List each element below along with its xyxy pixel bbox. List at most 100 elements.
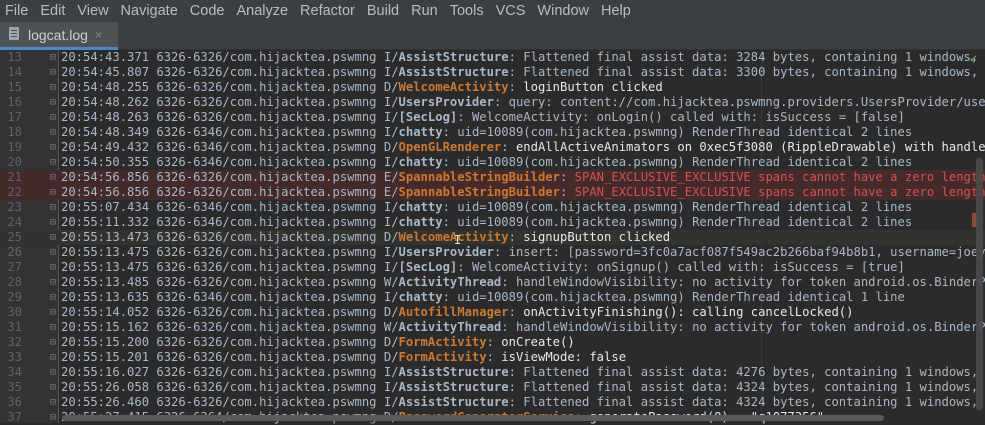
line-number: 34: [7, 365, 22, 379]
log-text: 20:55:15.162 6326-6326/com.hijacktea.psw…: [61, 320, 985, 335]
menu-window[interactable]: Window: [531, 3, 595, 19]
log-prefix: 20:55:13.475 6326-6326/com.hijacktea.psw…: [61, 245, 384, 259]
menu-run[interactable]: Run: [405, 3, 444, 19]
log-line[interactable]: 13 ⊟ 20:54:43.371 6326-6326/com.hijacktea.…: [0, 50, 985, 65]
log-tag: FormActivity: [398, 350, 487, 364]
log-line[interactable]: 14 ⊟ 20:54:45.807 6326-6326/com.hijacktea.…: [0, 65, 985, 80]
log-prefix: 20:55:15.201 6326-6326/com.hijacktea.psw…: [61, 350, 384, 364]
fold-marker-icon[interactable]: ⊟: [50, 80, 56, 95]
fold-marker-icon[interactable]: ⊟: [50, 215, 56, 230]
fold-marker-icon[interactable]: ⊟: [50, 365, 56, 380]
fold-marker-icon[interactable]: ⊟: [50, 95, 56, 110]
menu-refactor[interactable]: Refactor: [294, 3, 361, 19]
log-message: handleWindowVisibility: no activity for …: [515, 320, 985, 334]
log-text: 20:54:48.263 6326-6326/com.hijacktea.psw…: [61, 110, 905, 124]
close-icon[interactable]: ×: [95, 28, 102, 42]
log-line[interactable]: 16 ⊟ 20:54:48.262 6326-6326/com.hijacktea.…: [0, 95, 985, 110]
log-tag: OpenGLRenderer: [398, 140, 502, 154]
log-tag: AutofillManager: [398, 305, 509, 319]
log-message: insert: [password=3fc0a7acf087f549ac2b26…: [508, 245, 985, 259]
fold-marker-icon[interactable]: ⊟: [50, 200, 56, 215]
fold-marker-icon[interactable]: ⊟: [50, 395, 56, 410]
log-line[interactable]: 23 ⊟ 20:55:07.434 6326-6346/com.hijacktea.…: [0, 200, 985, 215]
fold-marker-icon[interactable]: ⊟: [50, 170, 56, 185]
log-separator: :: [501, 275, 516, 289]
vertical-scrollbar[interactable]: [976, 158, 983, 410]
editor-tab-bar: logcat.log ×: [0, 22, 985, 50]
log-line[interactable]: 17 ⊟ 20:54:48.263 6326-6326/com.hijacktea.…: [0, 110, 985, 125]
log-line[interactable]: 31 ⊟ 20:55:15.162 6326-6326/com.hijacktea.…: [0, 320, 985, 335]
log-line[interactable]: 36 ⊟ 20:55:26.460 6326-6326/com.hijacktea.…: [0, 395, 985, 410]
fold-marker-icon[interactable]: ⊟: [50, 380, 56, 395]
log-text: 20:54:43.371 6326-6326/com.hijacktea.psw…: [61, 50, 985, 65]
log-line[interactable]: 26 ⊟ 20:55:13.475 6326-6326/com.hijacktea.…: [0, 245, 985, 260]
log-line[interactable]: 21 ⊟ 20:54:56.856 6326-6326/com.hijacktea.…: [0, 170, 985, 185]
tab-logcat-log[interactable]: logcat.log ×: [0, 22, 118, 50]
log-line[interactable]: 28 ⊟ 20:55:13.485 6326-6326/com.hijacktea.…: [0, 275, 985, 290]
menu-code[interactable]: Code: [184, 3, 231, 19]
log-tag: AssistStructure: [398, 365, 509, 379]
line-number: 14: [7, 65, 22, 79]
menu-navigate[interactable]: Navigate: [115, 3, 184, 19]
log-separator: :: [457, 260, 472, 274]
log-message: Flattened final assist data: 3300 bytes,…: [523, 65, 985, 79]
menu-view[interactable]: View: [71, 3, 114, 19]
fold-marker-icon[interactable]: ⊟: [50, 335, 56, 350]
log-line[interactable]: 27 ⊟ 20:55:13.475 6326-6326/com.hijacktea.…: [0, 260, 985, 275]
fold-marker-icon[interactable]: ⊟: [50, 125, 56, 140]
log-line[interactable]: 34 ⊟ 20:55:16.027 6326-6326/com.hijacktea.…: [0, 365, 985, 380]
log-line[interactable]: 35 ⊟ 20:55:26.058 6326-6326/com.hijacktea.…: [0, 380, 985, 395]
fold-marker-icon[interactable]: ⊟: [50, 110, 56, 125]
fold-marker-icon[interactable]: ⊟: [50, 245, 56, 260]
log-text: 20:55:15.201 6326-6326/com.hijacktea.psw…: [61, 350, 627, 364]
log-text: 20:54:56.856 6326-6326/com.hijacktea.psw…: [61, 170, 985, 184]
menu-tools[interactable]: Tools: [444, 3, 490, 19]
log-line[interactable]: 22 ⊟ 20:54:56.856 6326-6326/com.hijacktea.…: [0, 185, 985, 200]
fold-marker-icon[interactable]: ⊟: [50, 320, 56, 335]
log-prefix: 20:54:48.349 6326-6346/com.hijacktea.psw…: [61, 125, 384, 139]
log-tag: AssistStructure: [398, 395, 509, 409]
fold-marker-icon[interactable]: ⊟: [50, 260, 56, 275]
fold-marker-icon[interactable]: ⊟: [50, 50, 56, 65]
menu-edit[interactable]: Edit: [34, 3, 71, 19]
fold-marker-icon[interactable]: ⊟: [50, 155, 56, 170]
fold-marker-icon[interactable]: ⊟: [50, 290, 56, 305]
log-separator: :: [486, 350, 502, 364]
menu-help[interactable]: Help: [595, 3, 637, 19]
fold-marker-icon[interactable]: ⊟: [50, 305, 56, 320]
menu-build[interactable]: Build: [361, 3, 405, 19]
fold-marker-icon[interactable]: ⊟: [50, 65, 56, 80]
log-prefix: 20:55:26.460 6326-6326/com.hijacktea.psw…: [61, 395, 384, 409]
log-text: 20:54:48.255 6326-6326/com.hijacktea.psw…: [61, 80, 663, 94]
log-tag: chatty: [398, 200, 443, 214]
horizontal-scrollbar[interactable]: [62, 415, 884, 421]
fold-marker-icon[interactable]: ⊟: [50, 140, 56, 155]
line-number: 25: [7, 230, 22, 244]
log-separator: :: [442, 290, 458, 304]
log-line[interactable]: 33 ⊟ 20:55:15.201 6326-6326/com.hijacktea.…: [0, 350, 985, 365]
log-line[interactable]: 25 ⊟ 20:55:13.473 6326-6326/com.hijacktea.…: [0, 230, 985, 245]
log-line[interactable]: 20 ⊟ 20:54:50.355 6326-6346/com.hijacktea.…: [0, 155, 985, 170]
fold-marker-icon[interactable]: ⊟: [50, 230, 56, 245]
log-separator: :: [442, 155, 458, 169]
fold-marker-icon[interactable]: ⊟: [50, 185, 56, 200]
log-line[interactable]: 19 ⊟ 20:54:49.432 6326-6346/com.hijacktea.…: [0, 140, 985, 155]
menu-file[interactable]: File: [0, 3, 34, 19]
log-line[interactable]: 18 ⊟ 20:54:48.349 6326-6346/com.hijacktea.…: [0, 125, 985, 140]
line-number: 19: [7, 140, 22, 154]
log-separator: :: [486, 335, 502, 349]
log-line[interactable]: 30 ⊟ 20:55:14.052 6326-6326/com.hijacktea.…: [0, 305, 985, 320]
menu-analyze[interactable]: Analyze: [230, 3, 294, 19]
log-prefix: 20:55:13.635 6326-6346/com.hijacktea.psw…: [61, 290, 384, 304]
log-prefix: 20:55:13.485 6326-6326/com.hijacktea.psw…: [61, 275, 384, 289]
log-message: loginButton clicked: [523, 80, 663, 94]
log-line[interactable]: 32 ⊟ 20:55:15.200 6326-6326/com.hijacktea.…: [0, 335, 985, 350]
line-number: 17: [7, 110, 22, 124]
log-line[interactable]: 29 ⊟ 20:55:13.635 6326-6346/com.hijacktea.…: [0, 290, 985, 305]
fold-marker-icon[interactable]: ⊟: [50, 275, 56, 290]
fold-marker-icon[interactable]: ⊟: [50, 350, 56, 365]
log-line[interactable]: 15 ⊟ 20:54:48.255 6326-6326/com.hijacktea.…: [0, 80, 985, 95]
log-line[interactable]: 24 ⊟ 20:55:11.332 6326-6346/com.hijacktea.…: [0, 215, 985, 230]
editor-area[interactable]: 13 ⊟ 20:54:43.371 6326-6326/com.hijacktea.…: [0, 50, 985, 424]
menu-vcs[interactable]: VCS: [490, 3, 532, 19]
